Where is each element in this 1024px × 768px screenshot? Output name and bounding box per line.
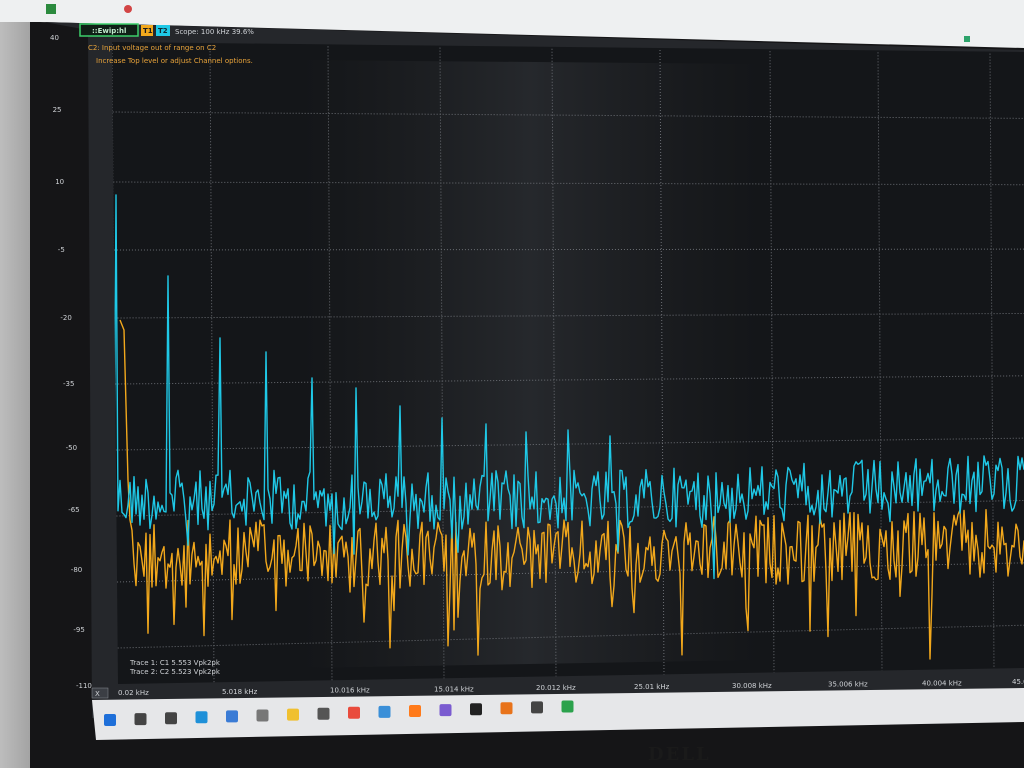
x-tick-label: 15.014 kHz [434, 685, 474, 693]
y-tick-label: 25 [53, 106, 62, 114]
y-tick-label: -35 [63, 380, 74, 388]
t1-label: T1 [143, 27, 153, 35]
x-tick-label: 20.012 kHz [536, 684, 576, 692]
display-button-label: ::Ewip:hl [92, 27, 126, 35]
download-arrow-icon [964, 36, 970, 42]
tools-icon[interactable] [531, 701, 543, 714]
x-tick-label: 25.01 kHz [634, 683, 670, 691]
y-axis-ticks: 40 25 10 -5 -20 -35 -50 -65 -80 -95 -110 [50, 34, 92, 690]
scope-status: Scope: 100 kHz 39.6% [175, 28, 254, 36]
paint-icon[interactable] [348, 706, 360, 719]
record-icon [124, 5, 132, 13]
wolf-app-icon[interactable] [256, 709, 269, 722]
store-icon[interactable] [226, 710, 238, 723]
x-axis-menu-label: X [95, 690, 100, 698]
waveforms-icon[interactable] [561, 700, 574, 713]
y-tick-label: -50 [66, 444, 77, 452]
trace-1-legend: Trace 1: C1 5.553 Vpk2pk [129, 659, 221, 667]
calculator-icon[interactable] [317, 707, 330, 720]
monitor-screen: ::Ewip:hl T1 T2 Scope: 100 kHz 39.6% C2:… [0, 0, 1024, 765]
t2-label: T2 [158, 27, 168, 35]
y-tick-label: -80 [71, 566, 82, 574]
network-icon[interactable] [378, 705, 391, 718]
x-tick-label: 0.02 kHz [118, 689, 149, 697]
search-icon[interactable] [134, 713, 147, 726]
y-tick-label: -5 [58, 246, 65, 254]
x-tick-label: 30.008 kHz [732, 682, 772, 690]
y-tick-label: -110 [76, 682, 92, 690]
windows-start-icon[interactable] [104, 714, 116, 726]
firefox-dev-icon[interactable] [500, 702, 513, 715]
trace-2-legend: Trace 2: C2 5.523 Vpk2pk [129, 668, 221, 676]
y-tick-label: -20 [60, 314, 71, 322]
x-tick-label: 35.006 kHz [828, 681, 868, 689]
y-tick-label: 40 [50, 34, 59, 42]
app-logo-icon [46, 4, 56, 14]
warning-line-2: Increase Top level or adjust Channel opt… [96, 57, 253, 65]
x-tick-label: 5.018 kHz [222, 688, 258, 696]
dell-logo: DELL [648, 744, 711, 765]
edge-icon[interactable] [195, 711, 208, 724]
dell-icon[interactable] [470, 703, 482, 716]
x-tick-label: 10.016 kHz [330, 687, 370, 695]
file-explorer-icon[interactable] [287, 708, 299, 721]
x-tick-label: 40.004 kHz [922, 679, 962, 687]
task-view-icon[interactable] [165, 712, 177, 725]
y-tick-label: -65 [68, 506, 79, 514]
firefox-icon[interactable] [409, 705, 421, 717]
x-tick-label: 45.0 [1012, 678, 1024, 686]
y-tick-label: 10 [55, 178, 64, 186]
photo-scene: ::Ewip:hl T1 T2 Scope: 100 kHz 39.6% C2:… [0, 0, 1024, 768]
y-tick-label: -95 [73, 626, 84, 634]
warning-line-1: C2: Input voltage out of range on C2 [88, 44, 216, 52]
media-icon[interactable] [439, 704, 452, 717]
